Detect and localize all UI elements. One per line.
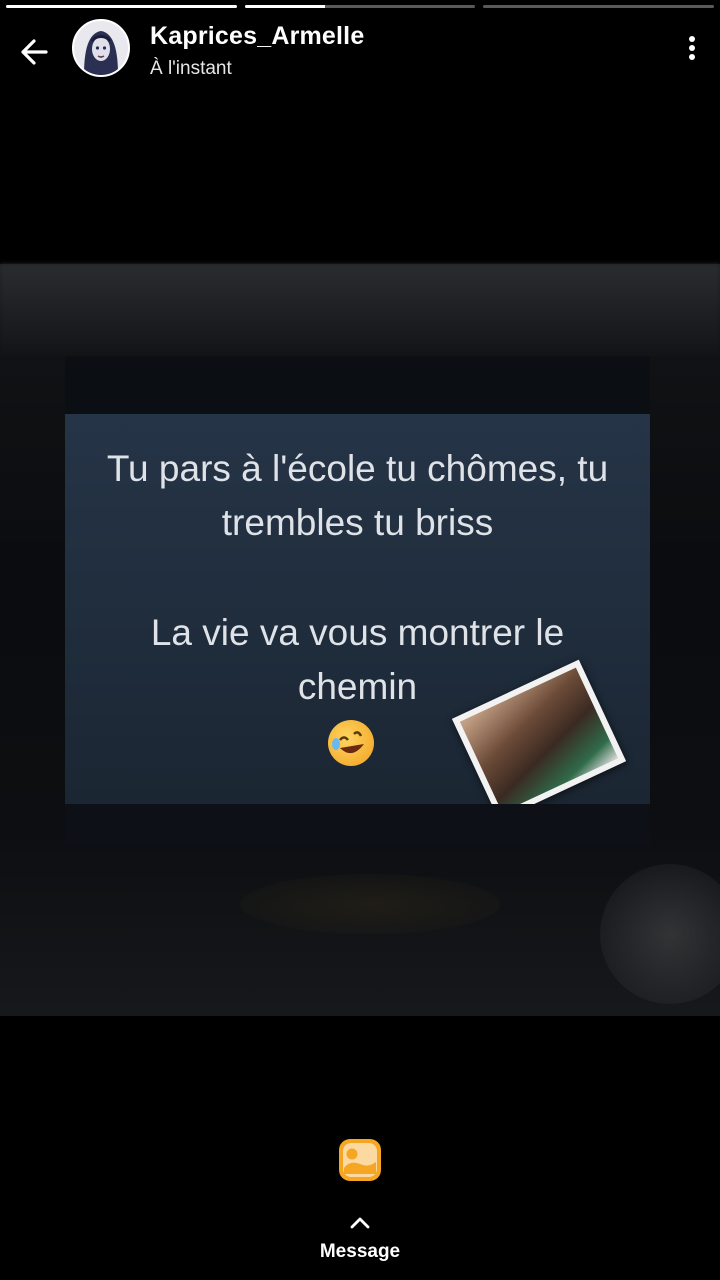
progress-segment-3 <box>483 5 715 8</box>
arrow-left-icon <box>21 39 48 65</box>
more-vertical-icon <box>689 36 695 42</box>
post-time: À l'instant <box>150 58 232 79</box>
text-panel: Tu pars à l'école tu chômes, tu trembles… <box>65 414 650 821</box>
progress-segment-2 <box>244 5 476 8</box>
back-button[interactable] <box>16 32 56 72</box>
profile-picture <box>74 21 128 75</box>
rolling-on-floor-laughing-emoji <box>328 720 374 766</box>
story-media[interactable]: Tu pars à l'école tu chômes, tu trembles… <box>0 264 720 1016</box>
screenshot-image: Tu pars à l'école tu chômes, tu trembles… <box>65 356 650 846</box>
username[interactable]: Kaprices_Armelle <box>150 22 364 51</box>
sticker-reply-icon <box>339 1139 381 1181</box>
message-reply-label[interactable]: Message <box>0 1241 720 1263</box>
sticker-reply-button[interactable] <box>338 1138 382 1182</box>
story-header: Kaprices_Armelle À l'instant <box>0 18 720 82</box>
avatar[interactable] <box>72 19 130 77</box>
chevron-up-icon[interactable] <box>350 1216 370 1230</box>
story-progress-bar <box>6 5 715 9</box>
more-options-button[interactable] <box>686 36 698 66</box>
progress-segment-1 <box>6 5 237 8</box>
story-text-line1: Tu pars à l'école tu chômes, tu trembles… <box>106 448 609 543</box>
